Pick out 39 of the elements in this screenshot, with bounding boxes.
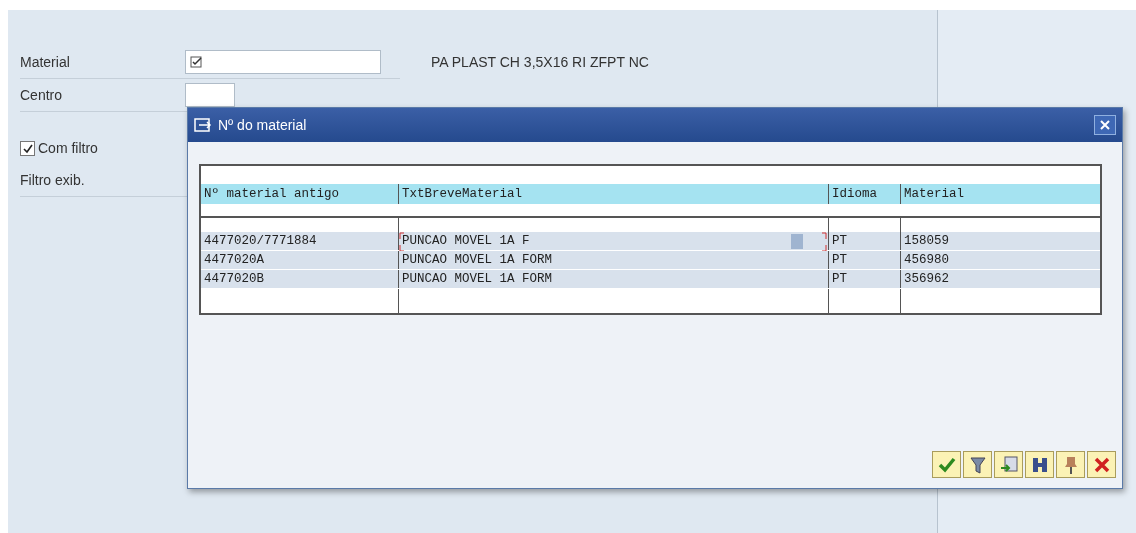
close-icon xyxy=(1093,456,1110,473)
column-header: Nº material antigo xyxy=(201,184,399,204)
window-icon xyxy=(194,118,212,132)
column-header: Material xyxy=(901,184,1100,204)
field-label: Centro xyxy=(20,87,64,103)
table-cell[interactable]: 4477020A xyxy=(201,251,399,269)
table-cell[interactable]: PUNCAO MOVEL 1A FORM xyxy=(399,270,829,288)
toolbar-button[interactable] xyxy=(1056,451,1085,478)
field-label: Filtro exib. xyxy=(20,172,86,188)
close-button[interactable] xyxy=(1094,115,1116,135)
input-field[interactable] xyxy=(185,50,381,74)
pin-icon xyxy=(1063,455,1078,474)
table-cell[interactable]: 4477020/7771884 xyxy=(201,232,399,250)
table-cell[interactable]: 356962 xyxy=(901,270,1100,288)
toolbar-button[interactable] xyxy=(932,451,961,478)
table-cell[interactable]: PUNCAO MOVEL 1A FORM xyxy=(399,251,829,269)
toolbar-button[interactable] xyxy=(1025,451,1054,478)
toolbar-button[interactable] xyxy=(1087,451,1116,478)
transfer-icon xyxy=(999,455,1018,474)
field-label: Material xyxy=(20,54,71,70)
table-cell[interactable]: PT xyxy=(829,251,901,269)
toolbar-button[interactable] xyxy=(963,451,992,478)
column-header: TxtBreveMaterial xyxy=(399,184,829,204)
column-header: Idioma xyxy=(829,184,901,204)
checkmark-icon xyxy=(937,456,956,473)
checkbox-label: Com filtro xyxy=(38,140,98,156)
table-cell[interactable]: 4477020B xyxy=(201,270,399,288)
table-cell[interactable]: 158059 xyxy=(901,232,1100,250)
dialog-title: Nº do material xyxy=(218,117,308,133)
table-cell[interactable]: 456980 xyxy=(901,251,1100,269)
table-cell[interactable]: PT xyxy=(829,270,901,288)
table-cell[interactable]: PUNCAO MOVEL 1A F xyxy=(399,232,829,250)
checkbox[interactable] xyxy=(20,140,35,156)
filter-icon xyxy=(969,455,986,474)
toolbar-button[interactable] xyxy=(994,451,1023,478)
table-cell[interactable]: PT xyxy=(829,232,901,250)
material-description: PA PLAST CH 3,5X16 RI ZFPT NC xyxy=(431,54,649,70)
input-field[interactable] xyxy=(185,83,235,107)
close-icon xyxy=(1100,120,1110,130)
